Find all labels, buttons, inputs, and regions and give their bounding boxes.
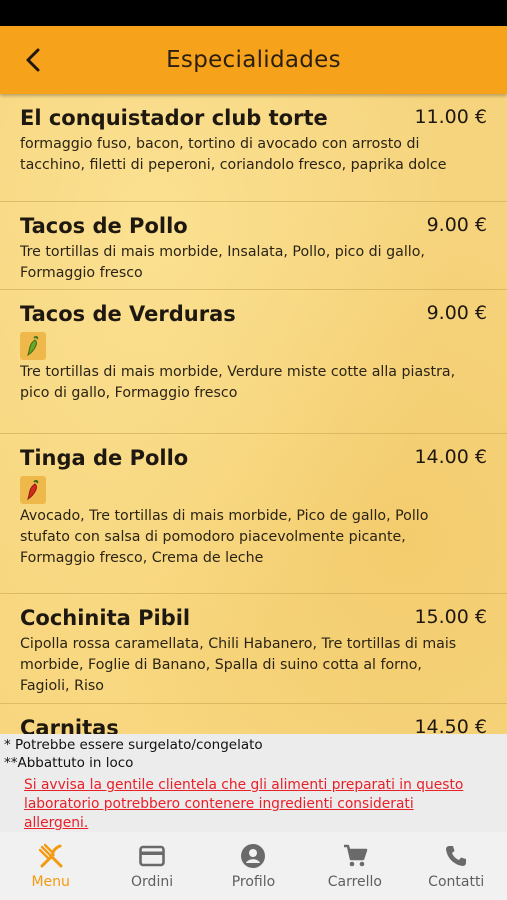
menu-item[interactable]: Carnitas 14.50 € bbox=[0, 704, 507, 734]
tab-ordini[interactable]: Ordini bbox=[102, 842, 203, 890]
item-price: 11.00 € bbox=[414, 106, 487, 128]
item-price: 14.00 € bbox=[414, 446, 487, 468]
item-name: Carnitas bbox=[20, 716, 119, 734]
menu-item[interactable]: Cochinita Pibil 15.00 € Cipolla rossa ca… bbox=[0, 594, 507, 704]
cart-icon bbox=[341, 842, 369, 870]
item-price: 15.00 € bbox=[414, 606, 487, 628]
page-title: Especialidades bbox=[166, 47, 341, 73]
status-bar bbox=[0, 0, 507, 26]
chevron-left-icon bbox=[26, 48, 40, 72]
tab-label: Contatti bbox=[428, 874, 485, 890]
frozen-note: * Potrebbe essere surgelato/congelato bbox=[4, 737, 263, 753]
item-description: formaggio fuso, bacon, tortino di avocad… bbox=[20, 136, 447, 173]
tab-contatti[interactable]: Contatti bbox=[406, 842, 507, 890]
item-description: Cipolla rossa caramellata, Chili Habaner… bbox=[20, 636, 457, 694]
profile-icon bbox=[239, 842, 267, 870]
menu-item[interactable]: Tinga de Pollo 14.00 € Avocado, Tre tort… bbox=[0, 434, 507, 594]
menu-list[interactable]: El conquistador club torte 11.00 € forma… bbox=[0, 94, 507, 734]
back-button[interactable] bbox=[18, 44, 50, 76]
phone-icon bbox=[442, 842, 470, 870]
footer-notes: * Potrebbe essere surgelato/congelato **… bbox=[0, 734, 507, 832]
tab-label: Carrello bbox=[327, 874, 382, 890]
chili-green-icon bbox=[20, 332, 46, 360]
chili-red-icon bbox=[20, 476, 46, 504]
slaughtered-note: **Abbattuto in loco bbox=[4, 755, 134, 771]
menu-item[interactable]: Tacos de Verduras 9.00 € Tre tortillas d… bbox=[0, 290, 507, 434]
item-price: 9.00 € bbox=[426, 302, 487, 324]
item-name: Cochinita Pibil bbox=[20, 606, 191, 630]
bottom-tab-bar: Menu Ordini Profilo Carrello Contatti bbox=[0, 832, 507, 900]
item-name: Tinga de Pollo bbox=[20, 446, 189, 470]
tab-label: Ordini bbox=[131, 874, 174, 890]
tab-label: Profilo bbox=[231, 874, 276, 890]
tab-carrello[interactable]: Carrello bbox=[304, 842, 405, 890]
fork-knife-icon bbox=[37, 842, 65, 870]
item-name: Tacos de Pollo bbox=[20, 214, 188, 238]
item-price: 14.50 € bbox=[414, 716, 487, 734]
item-description: Tre tortillas di mais morbide, Verdure m… bbox=[20, 364, 456, 401]
item-name: El conquistador club torte bbox=[20, 106, 328, 130]
item-description: Tre tortillas di mais morbide, Insalata,… bbox=[20, 244, 425, 281]
allergen-warning[interactable]: Si avvisa la gentile clientela che gli a… bbox=[4, 776, 501, 833]
menu-item[interactable]: Tacos de Pollo 9.00 € Tre tortillas di m… bbox=[0, 202, 507, 290]
tab-label: Menu bbox=[31, 874, 70, 890]
menu-item[interactable]: El conquistador club torte 11.00 € forma… bbox=[0, 94, 507, 202]
app-header: Especialidades bbox=[0, 26, 507, 94]
tab-profilo[interactable]: Profilo bbox=[203, 842, 304, 890]
item-name: Tacos de Verduras bbox=[20, 302, 236, 326]
item-price: 9.00 € bbox=[426, 214, 487, 236]
item-description: Avocado, Tre tortillas di mais morbide, … bbox=[20, 508, 429, 566]
card-icon bbox=[138, 842, 166, 870]
tab-menu[interactable]: Menu bbox=[0, 842, 101, 890]
